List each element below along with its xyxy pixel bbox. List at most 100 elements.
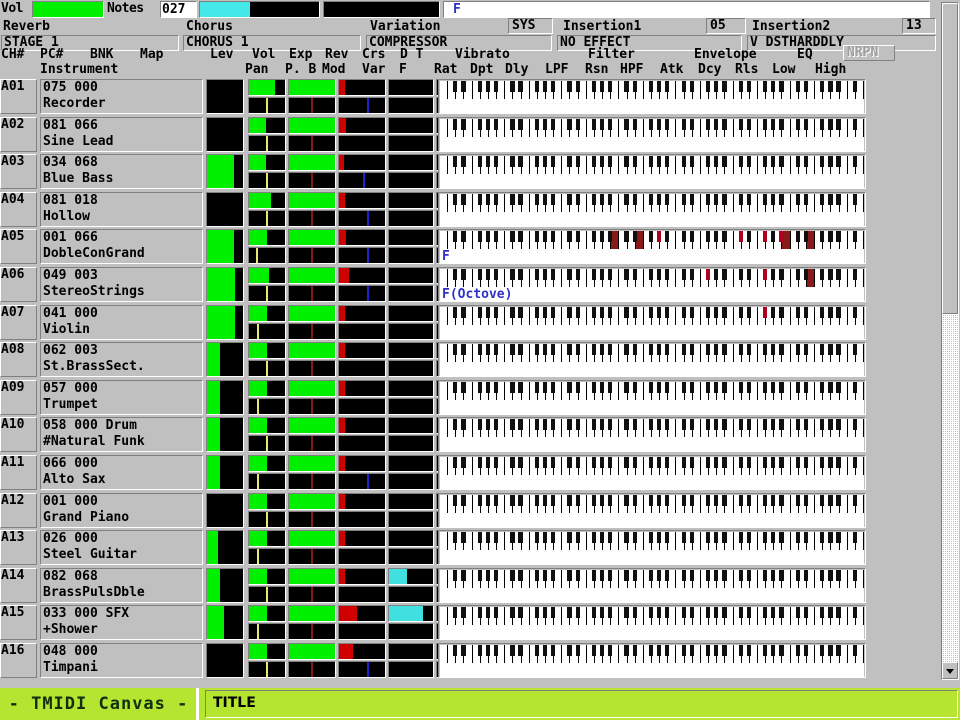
param-mod[interactable] xyxy=(338,585,386,603)
param-rev[interactable] xyxy=(338,455,386,472)
instrument-cell[interactable]: 081 018 Hollow xyxy=(40,191,203,227)
param-pitchbend[interactable] xyxy=(288,97,336,114)
param-vol[interactable] xyxy=(248,154,286,172)
vertical-scrollbar[interactable] xyxy=(941,2,959,680)
instrument-cell[interactable]: 066 000 Alto Sax xyxy=(40,455,203,490)
channel-row[interactable]: A07 041 000 Violin xyxy=(0,304,940,342)
param-exp[interactable] xyxy=(288,191,336,209)
param-vol[interactable] xyxy=(248,304,286,322)
param-vol[interactable] xyxy=(248,342,286,360)
keyboard-display[interactable] xyxy=(438,417,866,453)
param-lev[interactable] xyxy=(206,116,244,152)
param-lev[interactable] xyxy=(206,567,244,603)
channel-row[interactable]: A12 001 000 Grand Piano xyxy=(0,492,940,530)
param-crs[interactable] xyxy=(388,530,434,548)
instrument-cell[interactable]: 001 066 DobleConGrand xyxy=(40,229,203,265)
param-rev[interactable] xyxy=(338,567,386,585)
param-pitchbend[interactable] xyxy=(288,209,336,227)
param-vol[interactable] xyxy=(248,191,286,209)
param-crs[interactable] xyxy=(388,643,434,660)
keyboard-display[interactable] xyxy=(438,643,866,678)
nrpn-button[interactable]: NRPN xyxy=(843,45,895,61)
param-vol[interactable] xyxy=(248,605,286,623)
param-pitchbend[interactable] xyxy=(288,172,336,190)
param-crs[interactable] xyxy=(388,116,434,134)
param-var[interactable] xyxy=(388,473,434,490)
instrument-cell[interactable]: 041 000 Violin xyxy=(40,304,203,340)
channel-number-cell[interactable]: A08 xyxy=(0,342,37,378)
param-vol[interactable] xyxy=(248,379,286,397)
param-crs[interactable] xyxy=(388,605,434,623)
param-var[interactable] xyxy=(388,322,434,340)
keyboard-display[interactable] xyxy=(438,304,866,340)
param-vol[interactable] xyxy=(248,643,286,660)
scrollbar-thumb[interactable] xyxy=(942,3,958,314)
channel-number-cell[interactable]: A11 xyxy=(0,455,37,490)
keyboard-display[interactable]: F xyxy=(438,229,866,265)
param-mod[interactable] xyxy=(338,510,386,528)
channel-number-cell[interactable]: A12 xyxy=(0,492,37,528)
param-mod[interactable] xyxy=(338,285,386,302)
param-var[interactable] xyxy=(388,172,434,190)
param-pan[interactable] xyxy=(248,134,286,152)
param-pan[interactable] xyxy=(248,623,286,641)
param-exp[interactable] xyxy=(288,342,336,360)
param-rev[interactable] xyxy=(338,417,386,435)
keyboard-display[interactable] xyxy=(438,342,866,378)
instrument-cell[interactable]: 048 000 Timpani xyxy=(40,643,203,678)
param-lev[interactable] xyxy=(206,304,244,340)
param-rev[interactable] xyxy=(338,530,386,548)
param-pan[interactable] xyxy=(248,322,286,340)
param-crs[interactable] xyxy=(388,379,434,397)
keyboard-display[interactable] xyxy=(438,605,866,641)
param-mod[interactable] xyxy=(338,97,386,114)
param-lev[interactable] xyxy=(206,605,244,641)
param-pan[interactable] xyxy=(248,473,286,490)
param-exp[interactable] xyxy=(288,116,336,134)
param-rev[interactable] xyxy=(338,154,386,172)
param-pan[interactable] xyxy=(248,397,286,415)
keyboard-display[interactable] xyxy=(438,379,866,415)
param-exp[interactable] xyxy=(288,267,336,284)
channel-row[interactable]: A16 048 000 Timpani xyxy=(0,642,940,680)
channel-number-cell[interactable]: A14 xyxy=(0,567,37,603)
instrument-cell[interactable]: 082 068 BrassPulsDble xyxy=(40,567,203,603)
channel-number-cell[interactable]: A02 xyxy=(0,116,37,152)
param-rev[interactable] xyxy=(338,79,386,96)
param-pitchbend[interactable] xyxy=(288,548,336,566)
channel-number-cell[interactable]: A15 xyxy=(0,605,37,641)
keyboard-display[interactable]: F(Octove) xyxy=(438,267,866,302)
param-pan[interactable] xyxy=(248,585,286,603)
param-rev[interactable] xyxy=(338,267,386,284)
channel-row[interactable]: A01 075 000 Recorder xyxy=(0,78,940,116)
param-lev[interactable] xyxy=(206,229,244,265)
channel-row[interactable]: A04 081 018 Hollow xyxy=(0,191,940,229)
param-mod[interactable] xyxy=(338,623,386,641)
param-pitchbend[interactable] xyxy=(288,510,336,528)
insertion1-num-field[interactable]: 05 xyxy=(706,18,746,34)
param-pitchbend[interactable] xyxy=(288,661,336,678)
param-var[interactable] xyxy=(388,397,434,415)
channel-number-cell[interactable]: A10 xyxy=(0,417,37,453)
param-vol[interactable] xyxy=(248,567,286,585)
channel-row[interactable]: A11 066 000 Alto Sax xyxy=(0,454,940,492)
param-mod[interactable] xyxy=(338,397,386,415)
param-vol[interactable] xyxy=(248,417,286,435)
param-mod[interactable] xyxy=(338,435,386,453)
param-crs[interactable] xyxy=(388,154,434,172)
instrument-cell[interactable]: 058 000 Drum #Natural Funk xyxy=(40,417,203,453)
param-lev[interactable] xyxy=(206,455,244,490)
param-lev[interactable] xyxy=(206,417,244,453)
instrument-cell[interactable]: 033 000 SFX +Shower xyxy=(40,605,203,641)
param-crs[interactable] xyxy=(388,267,434,284)
channel-number-cell[interactable]: A04 xyxy=(0,191,37,227)
channel-number-cell[interactable]: A03 xyxy=(0,154,37,190)
param-pitchbend[interactable] xyxy=(288,623,336,641)
channel-row[interactable]: A13 026 000 Steel Guitar xyxy=(0,529,940,567)
param-exp[interactable] xyxy=(288,605,336,623)
param-mod[interactable] xyxy=(338,134,386,152)
param-var[interactable] xyxy=(388,548,434,566)
param-rev[interactable] xyxy=(338,492,386,510)
instrument-cell[interactable]: 075 000 Recorder xyxy=(40,79,203,114)
param-var[interactable] xyxy=(388,510,434,528)
